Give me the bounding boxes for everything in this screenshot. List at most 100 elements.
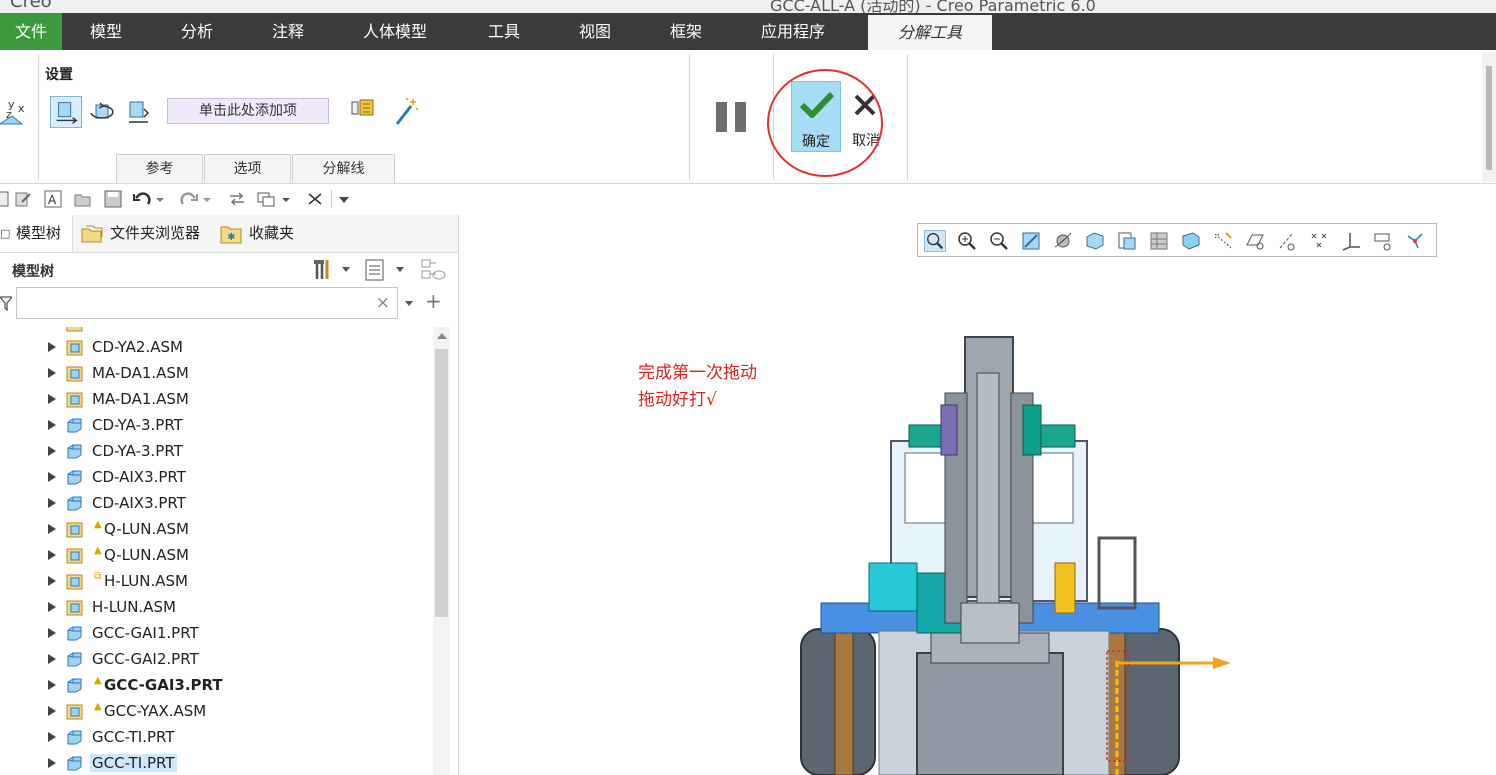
tab-analysis[interactable]: 分析 [181, 13, 213, 50]
expand-arrow-icon[interactable] [48, 498, 56, 508]
open-icon[interactable] [74, 190, 92, 208]
rotate-move-icon[interactable] [86, 96, 118, 128]
add-filter-icon[interactable]: + [425, 291, 442, 311]
tab-favorites[interactable]: ✱ 收藏夹 [220, 215, 300, 252]
tab-framework[interactable]: 框架 [670, 13, 702, 50]
view-plane-move-icon[interactable] [122, 96, 154, 128]
tree-item[interactable]: GCC-TI.PRT [0, 751, 430, 775]
expand-arrow-icon[interactable] [48, 602, 56, 612]
redo-icon[interactable] [180, 190, 198, 208]
tree-item[interactable]: CD-YA-3.PRT [0, 439, 430, 465]
coordinate-system-icon[interactable]: yxz [0, 94, 30, 128]
tree-item[interactable]: GCC-TI.PRT [0, 725, 430, 751]
saved-views-icon[interactable] [1116, 230, 1138, 252]
text-icon[interactable]: A [44, 190, 62, 208]
tree-item[interactable]: ▲ GCC-YAX.ASM [0, 699, 430, 725]
display-style-icon[interactable] [1084, 230, 1106, 252]
expand-arrow-icon[interactable] [48, 446, 56, 456]
customize-dropdown-icon[interactable] [337, 190, 351, 208]
pause-button[interactable] [714, 102, 748, 132]
tree-item[interactable]: GCC-GAI1.PRT [0, 621, 430, 647]
expand-arrow-icon[interactable] [48, 654, 56, 664]
confirm-button[interactable]: 确定 [791, 81, 841, 152]
windows-icon[interactable] [257, 190, 275, 208]
tree-item[interactable]: CD-YA2.ASM [0, 335, 430, 361]
perspective-icon[interactable] [1180, 230, 1202, 252]
tab-tools[interactable]: 工具 [488, 13, 520, 50]
expand-arrow-icon[interactable] [48, 368, 56, 378]
tree-scrollbar[interactable] [433, 327, 450, 775]
tab-explode-tool[interactable]: 分解工具 [868, 15, 992, 50]
expand-arrow-icon[interactable] [48, 732, 56, 742]
axis-display-icon[interactable] [1276, 230, 1298, 252]
settings-tools-icon[interactable] [310, 257, 334, 281]
new-icon[interactable] [0, 190, 12, 208]
tree-item[interactable]: CD-YA-3.PRT [0, 413, 430, 439]
cancel-button[interactable]: 取消 [843, 81, 889, 152]
graphics-window[interactable]: 完成第一次拖动 拖动好打√ [459, 215, 1496, 775]
tree-item[interactable]: GCC-GAI2.PRT [0, 647, 430, 673]
edit-icon[interactable] [14, 190, 32, 208]
regenerate-icon[interactable] [228, 190, 246, 208]
subtab-references[interactable]: 参考 [116, 154, 203, 183]
tree-item[interactable]: MA-DA1.ASM [0, 387, 430, 413]
expand-arrow-icon[interactable] [48, 472, 56, 482]
undo-dropdown-icon[interactable] [154, 190, 166, 208]
ribbon-scrollbar[interactable] [1482, 52, 1496, 182]
refit-icon[interactable] [924, 230, 946, 252]
tree-item[interactable]: ▲ Q-LUN.ASM [0, 517, 430, 543]
expand-arrow-icon[interactable] [48, 420, 56, 430]
tree-item[interactable]: ▲ GCC-GAI3.PRT [0, 673, 430, 699]
expand-arrow-icon[interactable] [48, 524, 56, 534]
tab-folder-browser[interactable]: 文件夹浏览器 [80, 215, 206, 252]
point-display-icon[interactable] [1308, 230, 1330, 252]
expand-arrow-icon[interactable] [48, 758, 56, 768]
expand-arrow-icon[interactable] [48, 706, 56, 716]
subtab-options[interactable]: 选项 [204, 154, 291, 183]
scroll-thumb[interactable] [435, 349, 448, 617]
tab-view[interactable]: 视图 [579, 13, 611, 50]
tab-annotate[interactable]: 注释 [272, 13, 304, 50]
expand-arrow-icon[interactable] [48, 576, 56, 586]
filter-icon[interactable] [0, 295, 12, 311]
zoom-out-icon[interactable] [988, 230, 1010, 252]
zoom-in-icon[interactable] [956, 230, 978, 252]
view-manager-icon[interactable] [1148, 230, 1170, 252]
save-icon[interactable] [104, 190, 122, 208]
close-window-icon[interactable] [306, 190, 324, 208]
plane-display-icon[interactable] [1244, 230, 1266, 252]
spin-center-icon[interactable] [1052, 230, 1074, 252]
spin-center-display-icon[interactable] [1404, 230, 1426, 252]
expand-arrow-icon[interactable] [48, 342, 56, 352]
tree-item[interactable]: ▲ Q-LUN.ASM [0, 543, 430, 569]
tree-item[interactable]: CD-AIX3.PRT [0, 491, 430, 517]
tab-model-tree[interactable]: □ 模型树 [0, 215, 73, 252]
expand-arrow-icon[interactable] [48, 394, 56, 404]
expand-arrow-icon[interactable] [48, 680, 56, 690]
settings-dropdown-icon[interactable] [342, 267, 350, 272]
magic-wand-icon[interactable] [394, 96, 420, 126]
clear-search-icon[interactable]: × [376, 293, 390, 313]
tree-item[interactable]: H-LUN.ASM [0, 595, 430, 621]
tree-item[interactable]: MA-DA1.ASM [0, 361, 430, 387]
scroll-up-icon[interactable] [437, 333, 447, 339]
search-dropdown-icon[interactable] [405, 301, 413, 306]
subtab-explode-lines[interactable]: 分解线 [292, 154, 395, 183]
undo-icon[interactable] [133, 190, 151, 208]
tree-filter-icon[interactable] [420, 258, 446, 282]
tree-search-box[interactable]: × [16, 287, 398, 319]
show-list-icon[interactable] [364, 258, 386, 282]
tab-applications[interactable]: 应用程序 [761, 13, 825, 50]
datum-display-icon[interactable] [1212, 230, 1234, 252]
expand-arrow-icon[interactable] [48, 628, 56, 638]
add-item-field[interactable]: 单击此处添加项 [167, 98, 329, 124]
tab-model[interactable]: 模型 [90, 13, 122, 50]
excavator-model[interactable] [799, 333, 1239, 775]
windows-dropdown-icon[interactable] [280, 190, 292, 208]
tab-manikin[interactable]: 人体模型 [363, 13, 427, 50]
annotation-display-icon[interactable] [1372, 230, 1394, 252]
tree-item[interactable]: CD-AIX3.PRT [0, 465, 430, 491]
motion-increment-icon[interactable] [350, 96, 376, 122]
show-dropdown-icon[interactable] [396, 267, 404, 272]
tab-file[interactable]: 文件 [0, 13, 62, 50]
